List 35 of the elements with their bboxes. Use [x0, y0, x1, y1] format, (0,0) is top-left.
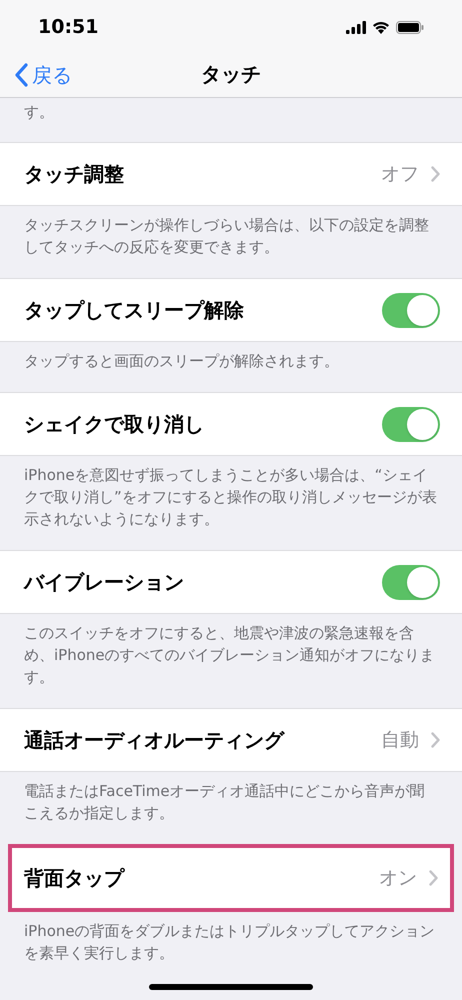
settings-row[interactable]: タップしてスリープ解除	[0, 278, 462, 342]
row-label: 背面タップ	[24, 865, 124, 892]
section-footer: 電話またはFaceTimeオーディオ通話中にどこから音声が聞こえるか指定します。	[24, 780, 438, 824]
section-footer: iPhoneの背面をダブルまたはトリプルタップしてアクションを素早く実行します。	[24, 920, 438, 964]
row-value: オン	[379, 866, 417, 891]
section-footer: このスイッチをオフにすると、地震や津波の緊急速報を含め、iPhoneのすべてのバイブレーション通知がオフになります。	[24, 622, 438, 688]
row-label: 通話オーディオルーティング	[24, 727, 284, 754]
section-footer: タッチスクリーンが操作しづらい場合は、以下の設定を調整してタッチへの反応を変更できます。	[24, 214, 438, 258]
battery-icon	[396, 20, 424, 34]
chevron-right-icon	[431, 732, 440, 748]
row-label: タッチ調整	[24, 161, 124, 188]
back-button[interactable]: 戻る	[14, 60, 72, 90]
settings-row[interactable]: バイブレーション	[0, 550, 462, 614]
signal-icon	[346, 20, 366, 34]
toggle-switch[interactable]	[382, 564, 440, 600]
chevron-left-icon	[14, 63, 28, 87]
row-value: オフ	[381, 162, 419, 187]
toggle-switch[interactable]	[382, 292, 440, 328]
chevron-right-icon	[431, 166, 440, 182]
settings-row[interactable]: 通話オーディオルーティング 自動	[0, 708, 462, 772]
section-footer: タップすると画面のスリープが解除されます。	[24, 350, 438, 372]
row-label: シェイクで取り消し	[24, 411, 204, 438]
row-label: タップしてスリープ解除	[24, 297, 244, 324]
toggle-switch[interactable]	[382, 406, 440, 442]
settings-row[interactable]: シェイクで取り消し	[0, 392, 462, 456]
status-time: 10:51	[38, 14, 98, 40]
settings-row[interactable]: タッチ調整 オフ	[0, 142, 462, 206]
section-footer: iPhoneを意図せず振ってしまうことが多い場合は、“シェイクで取り消し”をオフにすると操作の取り消しメッセージが表示されないようになります。	[24, 464, 438, 530]
chevron-right-icon	[429, 870, 438, 886]
highlighted-settings-row[interactable]: 背面タップ オン	[8, 844, 454, 912]
wifi-icon	[372, 20, 390, 34]
row-value: 自動	[381, 728, 419, 753]
row-label: バイブレーション	[24, 569, 184, 596]
screen-title: タッチ	[201, 60, 261, 88]
section-footer: す。	[24, 103, 54, 121]
